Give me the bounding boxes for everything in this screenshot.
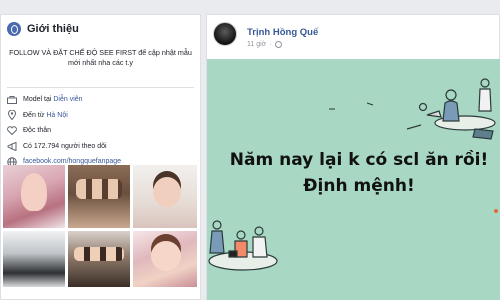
decor-marks (329, 102, 374, 110)
heart-icon (6, 126, 17, 136)
followers-icon (6, 141, 17, 151)
post-text-line-1: Năm nay lại k có scl ăn rồi! (229, 150, 489, 170)
photo-thumbnail[interactable] (68, 165, 130, 228)
intro-header: Giới thiệu (1, 15, 200, 43)
photo-thumbnail[interactable] (68, 231, 130, 287)
photo-thumbnail[interactable] (133, 231, 197, 287)
intro-item-work-text: Model tại Diễn viên (23, 96, 83, 104)
photo-thumbnail[interactable] (3, 165, 65, 228)
work-link[interactable]: Diễn viên (53, 96, 82, 103)
people-group-illustration (208, 220, 278, 271)
intro-item-hometown: Đến từ Hà Nội (6, 108, 200, 124)
people-sitting-illustration (406, 78, 496, 140)
intro-item-hometown-text: Đến từ Hà Nội (23, 111, 68, 119)
intro-title: Giới thiệu (27, 23, 79, 35)
intro-item-followers: Có 172.794 người theo dõi (6, 139, 200, 155)
orange-dot (494, 209, 498, 213)
post-card: Trịnh Hồng Quế 11 giờ · Năm nay lại k có… (206, 14, 500, 300)
post-header: Trịnh Hồng Quế 11 giờ · (207, 15, 499, 59)
intro-item-work: Model tại Diễn viên (6, 92, 200, 108)
photo-thumbnail[interactable] (133, 165, 197, 228)
intro-card: Giới thiệu FOLLOW VÀ ĐẶT CHẾ ĐỘ SEE FIRS… (0, 14, 201, 300)
post-timestamp[interactable]: 11 giờ (247, 41, 266, 48)
intro-item-relationship: Độc thân (6, 123, 200, 139)
intro-item-relationship-text: Độc thân (23, 127, 52, 135)
hometown-link[interactable]: Hà Nội (46, 112, 67, 119)
post-text-banner[interactable]: Năm nay lại k có scl ăn rồi! Định mệnh! (207, 59, 500, 300)
briefcase-icon (6, 95, 17, 104)
photo-grid (3, 165, 199, 287)
globe-icon (7, 22, 21, 36)
post-meta: 11 giờ · (247, 41, 282, 48)
public-globe-icon (274, 41, 282, 48)
intro-item-followers-text: Có 172.794 người theo dõi (23, 142, 107, 150)
avatar[interactable] (213, 22, 237, 46)
post-author-name[interactable]: Trịnh Hồng Quế (247, 27, 318, 38)
post-text: Năm nay lại k có scl ăn rồi! Định mệnh! (217, 147, 500, 199)
intro-info-list: Model tại Diễn viên Đến từ Hà Nội Độc th… (1, 88, 200, 170)
facebook-profile-page: Giới thiệu FOLLOW VÀ ĐẶT CHẾ ĐỘ SEE FIRS… (0, 0, 500, 300)
intro-description: FOLLOW VÀ ĐẶT CHẾ ĐỘ SEE FIRST để cập nh… (9, 48, 192, 67)
meta-dot: · (269, 41, 272, 48)
post-text-line-2: Định mệnh! (303, 176, 415, 196)
photo-thumbnail[interactable] (3, 231, 65, 287)
location-pin-icon (6, 110, 17, 121)
